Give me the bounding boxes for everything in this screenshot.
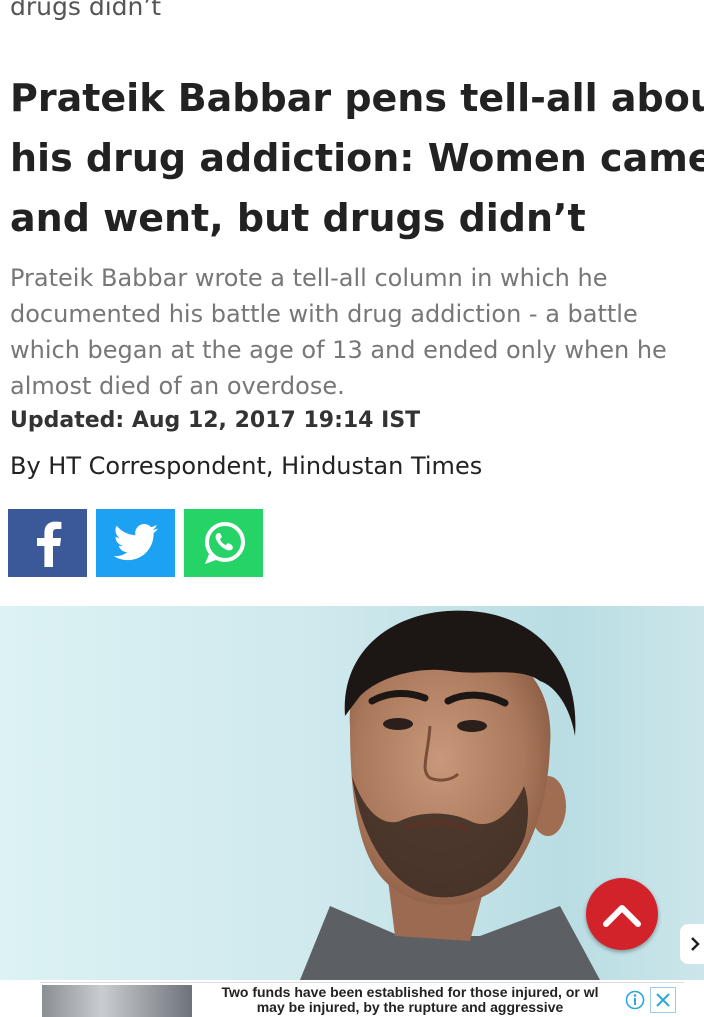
- ad-info-button[interactable]: [624, 989, 646, 1011]
- summary-line: Prateik Babbar wrote a tell-all column i…: [10, 264, 608, 292]
- chevron-right-icon: [691, 937, 700, 951]
- byline: By HT Correspondent, Hindustan Times: [10, 452, 483, 480]
- side-drawer-tab[interactable]: [680, 924, 704, 964]
- twitter-share-button[interactable]: [96, 509, 175, 577]
- ad-text-line: Two funds have been established for thos…: [221, 985, 599, 1000]
- breadcrumb: drugs didn’t: [10, 0, 162, 21]
- summary-line: which began at the age of 13 and ended o…: [10, 336, 667, 364]
- headline-line: his drug addiction: Women came: [10, 136, 704, 180]
- article-headline: Prateik Babbar pens tell-all about his d…: [10, 68, 704, 248]
- ad-image: [42, 985, 192, 1017]
- ad-text[interactable]: Two funds have been established for thos…: [200, 985, 620, 1015]
- updated-timestamp: Updated: Aug 12, 2017 19:14 IST: [10, 408, 421, 433]
- facebook-share-button[interactable]: [8, 509, 87, 577]
- ad-banner[interactable]: Two funds have been established for thos…: [40, 982, 684, 1017]
- ad-text-line: may be injured, by the rupture and aggre…: [256, 999, 564, 1015]
- scroll-to-top-button[interactable]: [586, 878, 658, 950]
- twitter-icon: [113, 524, 158, 561]
- close-icon: [656, 993, 670, 1007]
- ad-close-button[interactable]: [650, 987, 676, 1013]
- whatsapp-icon: [204, 522, 245, 564]
- headline-line: and went, but drugs didn’t: [10, 196, 586, 240]
- whatsapp-share-button[interactable]: [184, 509, 263, 577]
- summary-line: almost died of an overdose.: [10, 372, 345, 400]
- article-summary: Prateik Babbar wrote a tell-all column i…: [10, 260, 704, 404]
- chevron-up-icon: [603, 905, 641, 927]
- info-icon: [625, 990, 645, 1010]
- headline-line: Prateik Babbar pens tell-all about: [10, 76, 704, 120]
- facebook-icon: [36, 521, 61, 567]
- summary-line: documented his battle with drug addictio…: [10, 300, 638, 328]
